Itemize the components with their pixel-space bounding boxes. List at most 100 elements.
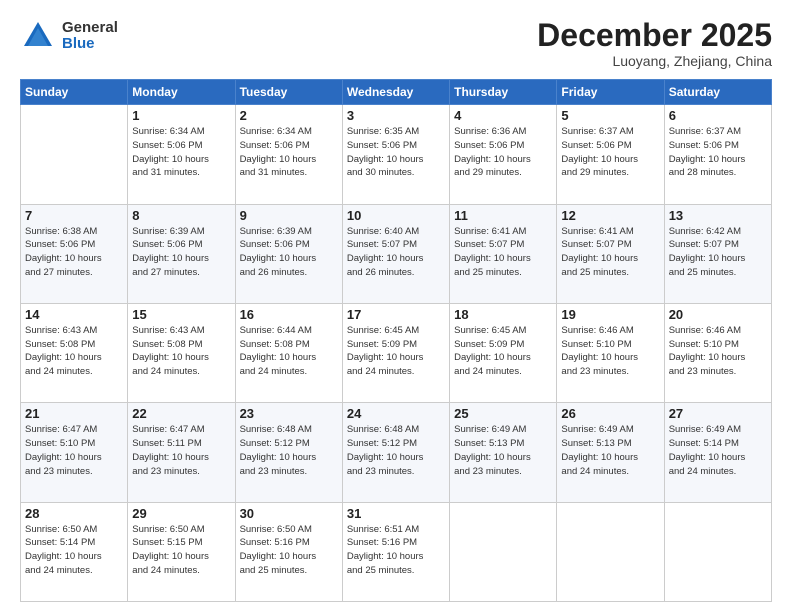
day-info: Sunrise: 6:49 AM Sunset: 5:13 PM Dayligh… xyxy=(454,423,552,478)
table-row: 13Sunrise: 6:42 AM Sunset: 5:07 PM Dayli… xyxy=(664,204,771,303)
table-row: 27Sunrise: 6:49 AM Sunset: 5:14 PM Dayli… xyxy=(664,403,771,502)
day-info: Sunrise: 6:47 AM Sunset: 5:11 PM Dayligh… xyxy=(132,423,230,478)
day-number: 10 xyxy=(347,208,445,223)
day-info: Sunrise: 6:41 AM Sunset: 5:07 PM Dayligh… xyxy=(561,225,659,280)
day-info: Sunrise: 6:38 AM Sunset: 5:06 PM Dayligh… xyxy=(25,225,123,280)
day-number: 2 xyxy=(240,108,338,123)
day-number: 29 xyxy=(132,506,230,521)
table-row: 30Sunrise: 6:50 AM Sunset: 5:16 PM Dayli… xyxy=(235,502,342,601)
table-row: 9 Sunrise: 6:39 AM Sunset: 5:06 PM Daylig… xyxy=(235,204,342,303)
table-row: 31 Sunrise: 6:51 AM Sunset: 5:16 PM Dayli… xyxy=(342,502,449,601)
day-info: Sunrise: 6:49 AM Sunset: 5:14 PM Dayligh… xyxy=(669,423,767,478)
table-row: 10 Sunrise: 6:40 AM Sunset: 5:07 PM Dayli… xyxy=(342,204,449,303)
day-number: 17 xyxy=(347,307,445,322)
table-row: 14 Sunrise: 6:43 AM Sunset: 5:08 PM Dayli… xyxy=(21,303,128,402)
logo-general: General xyxy=(62,20,118,37)
day-number: 6 xyxy=(669,108,767,123)
day-number: 15 xyxy=(132,307,230,322)
table-row: 6 Sunrise: 6:37 AM Sunset: 5:06 PM Daylig… xyxy=(664,105,771,204)
col-monday: Monday xyxy=(128,80,235,105)
table-row xyxy=(664,502,771,601)
table-row: 22 Sunrise: 6:47 AM Sunset: 5:11 PM Dayli… xyxy=(128,403,235,502)
day-info: Sunrise: 6:41 AM Sunset: 5:07 PM Dayligh… xyxy=(454,225,552,280)
day-number: 21 xyxy=(25,406,123,421)
col-tuesday: Tuesday xyxy=(235,80,342,105)
table-row: 1Sunrise: 6:34 AM Sunset: 5:06 PM Daylig… xyxy=(128,105,235,204)
day-info: Sunrise: 6:45 AM Sunset: 5:09 PM Dayligh… xyxy=(454,324,552,379)
table-row: 21 Sunrise: 6:47 AM Sunset: 5:10 PM Dayli… xyxy=(21,403,128,502)
day-info: Sunrise: 6:39 AM Sunset: 5:06 PM Dayligh… xyxy=(132,225,230,280)
day-info: Sunrise: 6:46 AM Sunset: 5:10 PM Dayligh… xyxy=(669,324,767,379)
calendar-week-row: 1 Sunrise: 6:34 AM Sunset: 5:06 PM Daylig… xyxy=(21,105,772,204)
col-friday: Friday xyxy=(557,80,664,105)
calendar-table: Sunday Monday Tuesday Wednesday Thursday… xyxy=(20,79,772,602)
table-row: 3Sunrise: 6:35 AM Sunset: 5:06 PM Daylig… xyxy=(342,105,449,204)
table-row: 25Sunrise: 6:49 AM Sunset: 5:13 PM Dayli… xyxy=(450,403,557,502)
table-row: 7 Sunrise: 6:38 AM Sunset: 5:06 PM Daylig… xyxy=(21,204,128,303)
day-number: 14 xyxy=(25,307,123,322)
day-info: Sunrise: 6:50 AM Sunset: 5:15 PM Dayligh… xyxy=(132,523,230,578)
col-thursday: Thursday xyxy=(450,80,557,105)
day-number: 7 xyxy=(25,208,123,223)
day-info: Sunrise: 6:48 AM Sunset: 5:12 PM Dayligh… xyxy=(347,423,445,478)
day-info: Sunrise: 6:36 AM Sunset: 5:06 PM Dayligh… xyxy=(454,125,552,180)
calendar-week-row: 14 Sunrise: 6:43 AM Sunset: 5:08 PM Dayli… xyxy=(21,303,772,402)
table-row: 24 Sunrise: 6:48 AM Sunset: 5:12 PM Dayli… xyxy=(342,403,449,502)
day-info: Sunrise: 6:49 AM Sunset: 5:13 PM Dayligh… xyxy=(561,423,659,478)
col-saturday: Saturday xyxy=(664,80,771,105)
day-number: 1 xyxy=(132,108,230,123)
day-number: 28 xyxy=(25,506,123,521)
day-number: 9 xyxy=(240,208,338,223)
day-info: Sunrise: 6:45 AM Sunset: 5:09 PM Dayligh… xyxy=(347,324,445,379)
day-number: 23 xyxy=(240,406,338,421)
day-number: 31 xyxy=(347,506,445,521)
table-row: 5 Sunrise: 6:37 AM Sunset: 5:06 PM Daylig… xyxy=(557,105,664,204)
table-row: 11 Sunrise: 6:41 AM Sunset: 5:07 PM Dayli… xyxy=(450,204,557,303)
page: General Blue December 2025 Luoyang, Zhej… xyxy=(0,0,792,612)
day-number: 5 xyxy=(561,108,659,123)
table-row: 26 Sunrise: 6:49 AM Sunset: 5:13 PM Dayli… xyxy=(557,403,664,502)
day-info: Sunrise: 6:40 AM Sunset: 5:07 PM Dayligh… xyxy=(347,225,445,280)
table-row: 20 Sunrise: 6:46 AM Sunset: 5:10 PM Dayli… xyxy=(664,303,771,402)
table-row: 28Sunrise: 6:50 AM Sunset: 5:14 PM Dayli… xyxy=(21,502,128,601)
day-info: Sunrise: 6:42 AM Sunset: 5:07 PM Dayligh… xyxy=(669,225,767,280)
table-row: 23 Sunrise: 6:48 AM Sunset: 5:12 PM Dayli… xyxy=(235,403,342,502)
table-row: 16Sunrise: 6:44 AM Sunset: 5:08 PM Dayli… xyxy=(235,303,342,402)
day-info: Sunrise: 6:48 AM Sunset: 5:12 PM Dayligh… xyxy=(240,423,338,478)
day-number: 26 xyxy=(561,406,659,421)
day-number: 4 xyxy=(454,108,552,123)
table-row: 17 Sunrise: 6:45 AM Sunset: 5:09 PM Dayli… xyxy=(342,303,449,402)
day-info: Sunrise: 6:51 AM Sunset: 5:16 PM Dayligh… xyxy=(347,523,445,578)
table-row: 18 Sunrise: 6:45 AM Sunset: 5:09 PM Dayli… xyxy=(450,303,557,402)
day-info: Sunrise: 6:35 AM Sunset: 5:06 PM Dayligh… xyxy=(347,125,445,180)
table-row xyxy=(21,105,128,204)
day-info: Sunrise: 6:34 AM Sunset: 5:06 PM Dayligh… xyxy=(240,125,338,180)
day-number: 18 xyxy=(454,307,552,322)
calendar-header-row: Sunday Monday Tuesday Wednesday Thursday… xyxy=(21,80,772,105)
day-number: 24 xyxy=(347,406,445,421)
calendar-week-row: 7 Sunrise: 6:38 AM Sunset: 5:06 PM Daylig… xyxy=(21,204,772,303)
day-info: Sunrise: 6:47 AM Sunset: 5:10 PM Dayligh… xyxy=(25,423,123,478)
day-info: Sunrise: 6:43 AM Sunset: 5:08 PM Dayligh… xyxy=(25,324,123,379)
day-number: 19 xyxy=(561,307,659,322)
table-row: 4 Sunrise: 6:36 AM Sunset: 5:06 PM Daylig… xyxy=(450,105,557,204)
day-info: Sunrise: 6:37 AM Sunset: 5:06 PM Dayligh… xyxy=(561,125,659,180)
day-number: 20 xyxy=(669,307,767,322)
day-info: Sunrise: 6:46 AM Sunset: 5:10 PM Dayligh… xyxy=(561,324,659,379)
header: General Blue December 2025 Luoyang, Zhej… xyxy=(20,18,772,69)
logo: General Blue xyxy=(20,18,118,54)
day-number: 8 xyxy=(132,208,230,223)
month-title: December 2025 xyxy=(537,18,772,53)
day-info: Sunrise: 6:37 AM Sunset: 5:06 PM Dayligh… xyxy=(669,125,767,180)
table-row: 12Sunrise: 6:41 AM Sunset: 5:07 PM Dayli… xyxy=(557,204,664,303)
day-info: Sunrise: 6:39 AM Sunset: 5:06 PM Dayligh… xyxy=(240,225,338,280)
day-info: Sunrise: 6:50 AM Sunset: 5:16 PM Dayligh… xyxy=(240,523,338,578)
table-row: 19 Sunrise: 6:46 AM Sunset: 5:10 PM Dayli… xyxy=(557,303,664,402)
logo-blue-text: Blue xyxy=(62,36,118,53)
day-number: 11 xyxy=(454,208,552,223)
location-subtitle: Luoyang, Zhejiang, China xyxy=(537,53,772,69)
table-row: 15Sunrise: 6:43 AM Sunset: 5:08 PM Dayli… xyxy=(128,303,235,402)
table-row xyxy=(450,502,557,601)
calendar-week-row: 21 Sunrise: 6:47 AM Sunset: 5:10 PM Dayli… xyxy=(21,403,772,502)
day-number: 22 xyxy=(132,406,230,421)
